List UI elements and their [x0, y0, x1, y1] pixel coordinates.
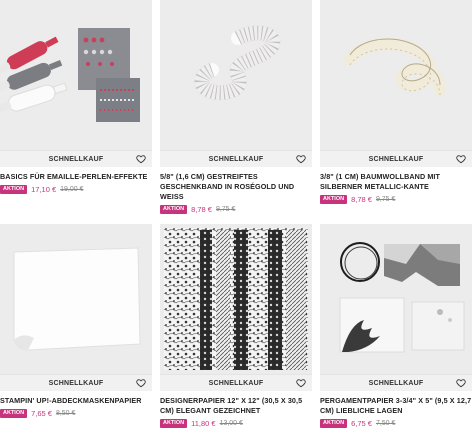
original-price: 13,00 € — [219, 419, 243, 427]
product-title[interactable]: STAMPIN' UP!-ABDECKMASKENPAPIER — [0, 396, 152, 406]
sale-badge: AKTION — [160, 418, 188, 428]
product-card[interactable]: SCHNELLKAUF DESIGNERPAPIER 12" X 12" (30… — [160, 224, 312, 428]
enamel-effects-image — [0, 0, 152, 150]
product-image[interactable] — [320, 224, 472, 374]
striped-ribbon-image — [160, 0, 312, 150]
sale-badge: AKTION — [0, 184, 28, 194]
product-image[interactable] — [160, 0, 312, 150]
sale-badge: AKTION — [160, 204, 188, 214]
original-price: 9,75 € — [215, 205, 236, 213]
price-row: AKTION 11,80 € 13,00 € — [160, 418, 312, 428]
quick-buy-label: SCHNELLKAUF — [368, 379, 424, 387]
heart-icon[interactable] — [296, 378, 306, 388]
quick-buy-button[interactable]: SCHNELLKAUF — [0, 374, 152, 391]
product-title[interactable]: 5/8" (1,6 CM) GESTREIFTES GESCHENKBAND I… — [160, 172, 312, 202]
original-price: 8,50 € — [55, 409, 76, 417]
price-row: AKTION 8,78 € 9,75 € — [320, 194, 472, 204]
heart-icon[interactable] — [136, 154, 146, 164]
masking-paper-image — [0, 224, 152, 374]
original-price: 7,50 € — [375, 419, 396, 427]
original-price: 9,75 € — [375, 195, 396, 203]
product-title[interactable]: PERGAMENTPAPIER 3-3/4" X 5" (9,5 X 12,7 … — [320, 396, 472, 416]
price-row: AKTION 7,65 € 8,50 € — [0, 408, 152, 418]
heart-icon[interactable] — [136, 378, 146, 388]
product-title[interactable]: DESIGNERPAPIER 12" X 12" (30,5 X 30,5 CM… — [160, 396, 312, 416]
product-title[interactable]: 3/8" (1 CM) BAUMWOLLBAND MIT SILBERNER M… — [320, 172, 472, 192]
sale-price: 17,10 € — [31, 184, 57, 194]
quick-buy-label: SCHNELLKAUF — [208, 155, 264, 163]
sale-badge: AKTION — [0, 408, 28, 418]
product-image[interactable] — [0, 224, 152, 374]
product-card[interactable]: SCHNELLKAUF PERGAMENTPAPIER 3-3/4" X 5" … — [320, 224, 472, 428]
product-card[interactable]: SCHNELLKAUF STAMPIN' UP!-ABDECKMASKENPAP… — [0, 224, 152, 418]
heart-icon[interactable] — [296, 154, 306, 164]
product-card[interactable]: SCHNELLKAUF 5/8" (1,6 CM) GESTREIFTES GE… — [160, 0, 312, 214]
sale-badge: AKTION — [320, 194, 348, 204]
product-image[interactable] — [0, 0, 152, 150]
price-row: AKTION 8,78 € 9,75 € — [160, 204, 312, 214]
designer-paper-image — [160, 224, 312, 374]
product-image[interactable] — [160, 224, 312, 374]
quick-buy-label: SCHNELLKAUF — [48, 379, 104, 387]
price-row: AKTION 6,75 € 7,50 € — [320, 418, 472, 428]
sale-badge: AKTION — [320, 418, 348, 428]
sale-price: 6,75 € — [351, 418, 372, 428]
product-image[interactable] — [320, 0, 472, 150]
product-card[interactable]: SCHNELLKAUF 3/8" (1 CM) BAUMWOLLBAND MIT… — [320, 0, 472, 204]
cotton-ribbon-image — [320, 0, 472, 150]
heart-icon[interactable] — [456, 378, 466, 388]
sale-price: 8,78 € — [351, 194, 372, 204]
sale-price: 11,80 € — [191, 418, 216, 428]
sale-price: 8,78 € — [191, 204, 212, 214]
quick-buy-button[interactable]: SCHNELLKAUF — [320, 150, 472, 167]
quick-buy-button[interactable]: SCHNELLKAUF — [320, 374, 472, 391]
quick-buy-button[interactable]: SCHNELLKAUF — [160, 150, 312, 167]
quick-buy-button[interactable]: SCHNELLKAUF — [0, 150, 152, 167]
vellum-paper-image — [320, 224, 472, 374]
product-card[interactable]: SCHNELLKAUF BASICS FÜR EMAILLE-PERLEN-EF… — [0, 0, 152, 194]
sale-price: 7,65 € — [31, 408, 52, 418]
quick-buy-label: SCHNELLKAUF — [48, 155, 104, 163]
heart-icon[interactable] — [456, 154, 466, 164]
product-grid: SCHNELLKAUF BASICS FÜR EMAILLE-PERLEN-EF… — [0, 0, 474, 428]
quick-buy-label: SCHNELLKAUF — [368, 155, 424, 163]
product-title[interactable]: BASICS FÜR EMAILLE-PERLEN-EFFEKTE — [0, 172, 152, 182]
price-row: AKTION 17,10 € 19,00 € — [0, 184, 152, 194]
quick-buy-label: SCHNELLKAUF — [208, 379, 264, 387]
original-price: 19,00 € — [60, 185, 84, 193]
quick-buy-button[interactable]: SCHNELLKAUF — [160, 374, 312, 391]
